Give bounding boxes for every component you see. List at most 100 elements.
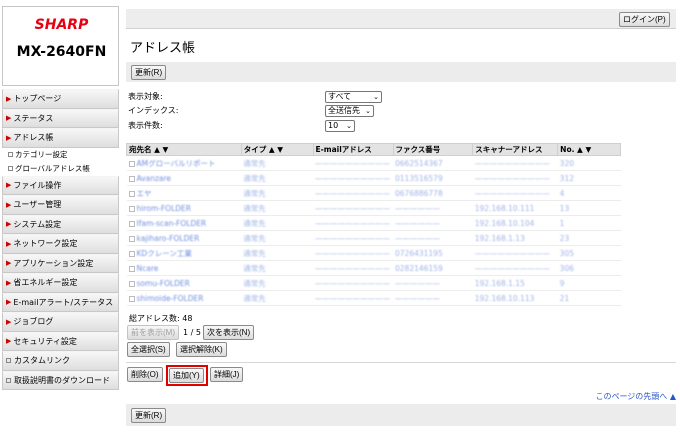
sidebar-subitem[interactable]: グローバルアドレス帳 [2, 161, 119, 176]
table-cell[interactable]: エヤ [126, 185, 242, 201]
table-cell[interactable]: Ifam-scan-FOLDER [126, 215, 242, 231]
page-top-link[interactable]: このページの先頭へ ▲ [595, 391, 676, 402]
sidebar-item[interactable]: ▶ ネットワーク設定 [2, 234, 119, 254]
refresh-button-top[interactable]: 更新(R) [131, 65, 167, 80]
table-cell: 0282146159 [393, 260, 473, 276]
count-select[interactable]: 10 ⌄ [325, 120, 355, 132]
table-cell[interactable]: hirom-FOLDER [126, 200, 242, 216]
row-checkbox[interactable] [128, 280, 135, 287]
row-checkbox[interactable] [128, 235, 135, 242]
table-cell: 192.168.10.104 [472, 215, 558, 231]
sidebar-item[interactable]: ▶ ジョブログ [2, 312, 119, 332]
table-row[interactable]: somu-FOLDER 通常先 —————————— —————— 192.168.1.… [126, 275, 621, 291]
column-header[interactable]: E-mailアドレス [312, 143, 394, 156]
row-checkbox[interactable] [128, 295, 135, 302]
table-cell: 通常先 [241, 170, 314, 186]
table-row[interactable]: エヤ 通常先 —————————— 0676886778 —————————— 4 [126, 185, 621, 201]
sidebar-item[interactable]: ▶ アプリケーション設定 [2, 253, 119, 273]
sidebar-item[interactable]: ▶ ユーザー管理 [2, 195, 119, 215]
table-cell: —————————— [313, 230, 393, 246]
top-toolbar [126, 62, 676, 82]
sidebar-item[interactable]: カスタムリンク [2, 351, 119, 371]
table-cell[interactable]: AMグローバルリポート [126, 155, 242, 171]
cell-text: 通常先 [243, 158, 266, 168]
sidebar-item[interactable]: 取扱説明書のダウンロード [2, 370, 119, 390]
table-row[interactable]: AMグローバルリポート 通常先 —————————— 0662514367 ——————… [126, 155, 621, 171]
sidebar-item[interactable]: ▶ ファイル操作 [2, 175, 119, 195]
address-table: 宛先名 ▲ ▼ タイプ ▲ ▼ E-mailアドレス ファクス番号 スキャナーアドレス N… [126, 143, 621, 306]
deselect-all-button[interactable]: 選択解除(K) [176, 342, 227, 357]
cell-text: —————————— [315, 278, 391, 288]
row-checkbox[interactable] [128, 160, 135, 167]
cell-text: 21 [559, 293, 570, 303]
target-select-value: すべて [328, 92, 352, 101]
table-cell[interactable]: Ncare [126, 260, 242, 276]
table-row[interactable]: shimoide-FOLDER 通常先 —————————— —————— 192.16… [126, 290, 621, 306]
table-row[interactable]: Ifam-scan-FOLDER 通常先 —————————— —————— 192.1… [126, 215, 621, 231]
sidebar-item-label: アドレス帳 [13, 133, 54, 143]
sidebar-item[interactable]: ▶ システム設定 [2, 214, 119, 234]
row-checkbox[interactable] [128, 250, 135, 257]
cell-text: —————————— [315, 158, 391, 168]
table-cell[interactable]: somu-FOLDER [126, 275, 242, 291]
sidebar-item[interactable]: ▶ アドレス帳 [2, 128, 119, 148]
cell-text: Ncare [136, 263, 159, 273]
next-page-button[interactable]: 次を表示(N) [203, 325, 255, 340]
column-header[interactable]: タイプ ▲ ▼ [240, 143, 314, 156]
cell-text: 1 [559, 218, 565, 228]
delete-button[interactable]: 削除(O) [127, 367, 163, 382]
sidebar-menu: ▶ トップページ ▶ ステータス ▶ アドレス帳 カテゴリー設定 グローバルアドレス帳 ▶ ファイ… [2, 89, 119, 390]
cell-text: 0282146159 [395, 263, 443, 273]
row-checkbox[interactable] [128, 175, 135, 182]
table-cell[interactable]: Avanzare [126, 170, 242, 186]
cell-text: Ifam-scan-FOLDER [136, 218, 207, 228]
sidebar-item-label: カスタムリンク [14, 356, 70, 366]
sidebar-item[interactable]: ▶ トップページ [2, 89, 119, 109]
table-cell: 9 [557, 275, 621, 291]
sidebar-item[interactable]: ▶ ステータス [2, 108, 119, 128]
table-row[interactable]: kajiharo-FOLDER 通常先 —————————— —————— 192.16… [126, 230, 621, 246]
index-select[interactable]: 全送信先 ⌄ [325, 105, 374, 117]
detail-button[interactable]: 詳細(J) [210, 367, 244, 382]
chevron-down-icon: ⌄ [346, 122, 352, 130]
sidebar-item[interactable]: ▶ E-mailアラート/ステータス [2, 292, 119, 312]
model-name: MX-2640FN [16, 44, 107, 60]
login-button[interactable]: ログイン(P) [619, 12, 670, 27]
table-cell: —————————— [313, 200, 393, 216]
row-checkbox[interactable] [128, 190, 135, 197]
cell-text: —————————— [474, 173, 550, 183]
arrow-right-icon: ▶ [6, 259, 12, 268]
column-header[interactable]: 宛先名 ▲ ▼ [126, 143, 242, 156]
row-checkbox[interactable] [128, 265, 135, 272]
column-header[interactable]: No. ▲ ▼ [557, 143, 621, 156]
target-select[interactable]: すべて ⌄ [325, 91, 382, 103]
sidebar-item-label: セキュリティ設定 [13, 336, 77, 346]
table-cell: —————————— [313, 245, 393, 261]
table-row[interactable]: Ncare 通常先 —————————— 0282146159 —————————— 30… [126, 260, 621, 276]
sidebar-subitem[interactable]: カテゴリー設定 [2, 147, 119, 162]
cell-text: 9 [559, 278, 565, 288]
table-row[interactable]: KDクレーン工業 通常先 —————————— 0726431195 —————————… [126, 245, 621, 261]
cell-text: 192.168.1.15 [474, 278, 525, 288]
column-header[interactable]: ファクス番号 [392, 143, 474, 156]
sharp-logo: SHARP [34, 17, 89, 33]
table-cell: 0726431195 [393, 245, 473, 261]
refresh-button-bottom[interactable]: 更新(R) [131, 408, 167, 423]
row-checkbox[interactable] [128, 220, 135, 227]
table-cell[interactable]: shimoide-FOLDER [126, 290, 242, 306]
cell-text: —————————— [315, 188, 391, 198]
cell-text: 通常先 [243, 188, 266, 198]
cell-text: 0726431195 [395, 248, 443, 258]
row-checkbox[interactable] [128, 205, 135, 212]
table-row[interactable]: Avanzare 通常先 —————————— 0113516579 —————————… [126, 170, 621, 186]
table-cell[interactable]: KDクレーン工業 [126, 245, 242, 261]
sidebar-item[interactable]: ▶ セキュリティ設定 [2, 331, 119, 351]
table-row[interactable]: hirom-FOLDER 通常先 —————————— —————— 192.168.1… [126, 200, 621, 216]
sidebar-item[interactable]: ▶ 省エネルギー設定 [2, 273, 119, 293]
prev-page-button[interactable]: 前を表示(M) [127, 325, 179, 340]
table-cell[interactable]: kajiharo-FOLDER [126, 230, 242, 246]
column-header[interactable]: スキャナーアドレス [472, 143, 559, 156]
select-all-button[interactable]: 全選択(S) [127, 342, 170, 357]
cell-text: hirom-FOLDER [136, 203, 191, 213]
add-button[interactable]: 追加(Y) [169, 368, 204, 383]
